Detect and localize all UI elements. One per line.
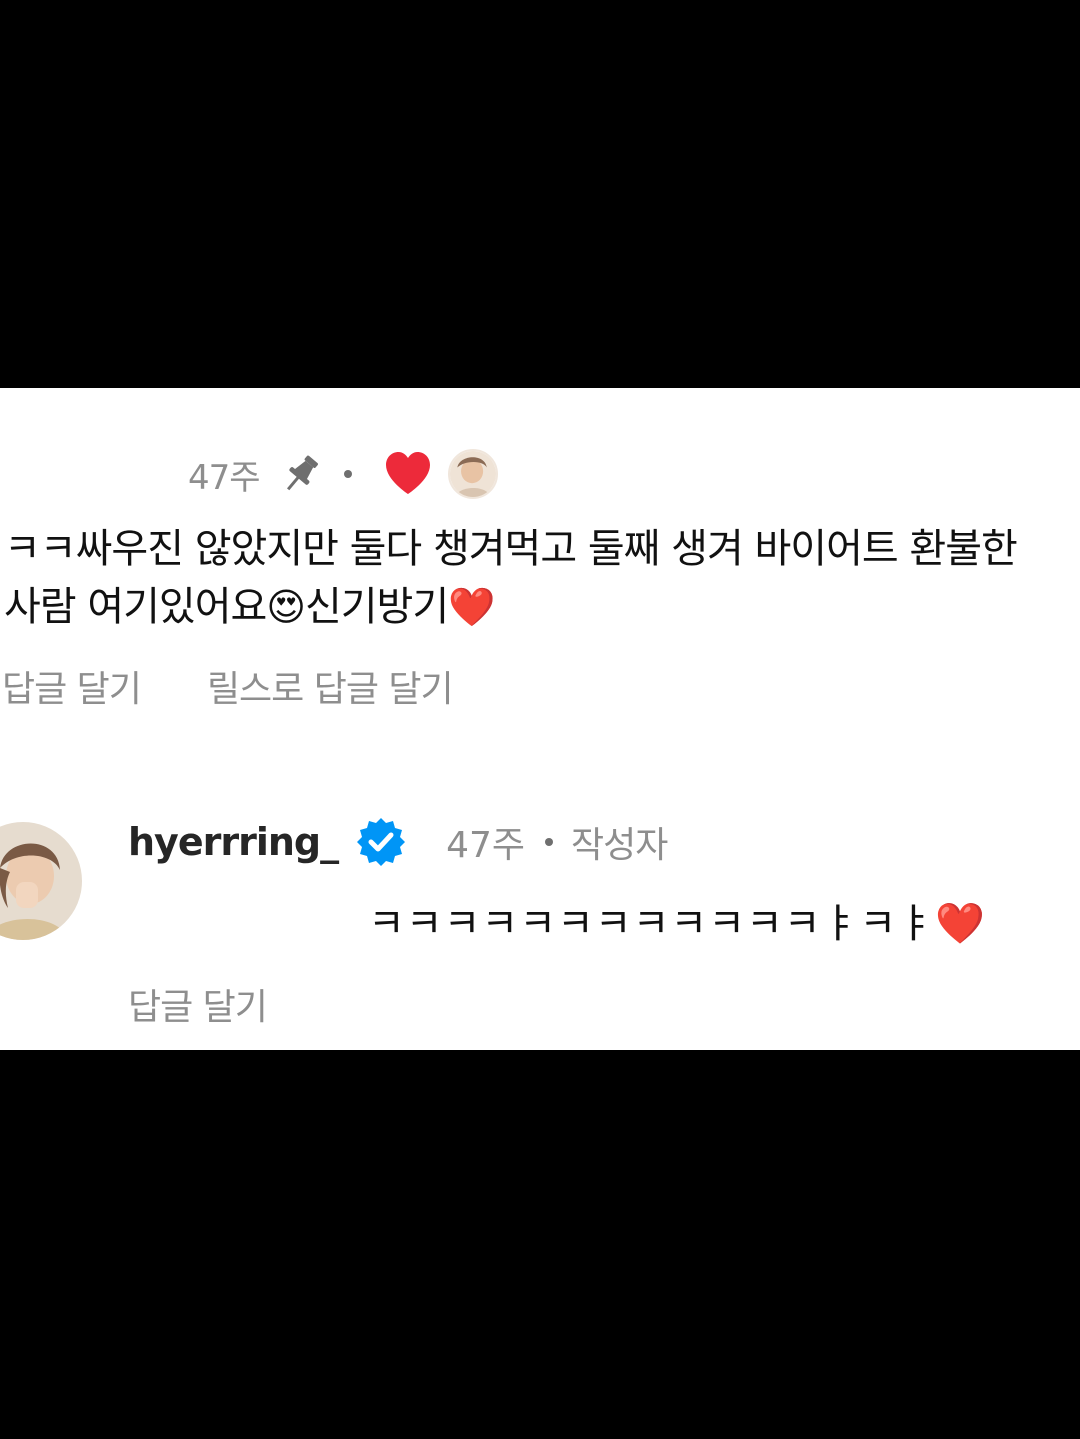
pin-icon	[276, 449, 326, 499]
comment-actions: 답글 달기 릴스로 답글 달기	[2, 660, 454, 712]
reply-button[interactable]: 답글 달기	[128, 978, 268, 1030]
reply-text-main: ㅋㅋㅋㅋㅋㅋㅋㅋㅋㅋㅋㅋㅑㅋㅑ	[368, 901, 935, 947]
reply-button[interactable]: 답글 달기	[2, 660, 142, 712]
reply-time: 47주	[446, 825, 526, 866]
comment-meta: 47주	[188, 444, 498, 504]
red-heart-emoji: ❤️	[935, 901, 986, 947]
username[interactable]: hyerrring_	[128, 820, 339, 864]
author-label: 작성자	[571, 825, 668, 866]
heart-liked-icon[interactable]	[382, 448, 434, 500]
separator-dot	[343, 470, 352, 478]
reply-text: ㅋㅋㅋㅋㅋㅋㅋㅋㅋㅋㅋㅋㅑㅋㅑ❤️	[368, 894, 986, 954]
creator-liked-avatar	[447, 449, 498, 499]
separator-dot	[545, 838, 554, 846]
comment-text-end: 신기방기	[304, 584, 449, 630]
comment-time: 47주	[188, 457, 261, 498]
smiling-heart-eyes-emoji: 😍	[266, 585, 306, 629]
comment-text: ㅋㅋ싸우진 않았지만 둘다 챙겨먹고 둘째 생겨 바이어트 환불한 사람 여기있…	[4, 520, 1064, 636]
reply-actions: 답글 달기	[128, 978, 268, 1030]
reply-header: hyerrring_ 47주 작성자	[128, 812, 668, 872]
reels-reply-button[interactable]: 릴스로 답글 달기	[207, 660, 454, 712]
comment-text-main: ㅋㅋ싸우진 않았지만 둘다 챙겨먹고 둘째 생겨 바이어트 환불한 사람 여기있…	[4, 526, 1018, 630]
red-heart-emoji: ❤️	[448, 585, 495, 629]
verified-badge-icon	[354, 815, 408, 869]
